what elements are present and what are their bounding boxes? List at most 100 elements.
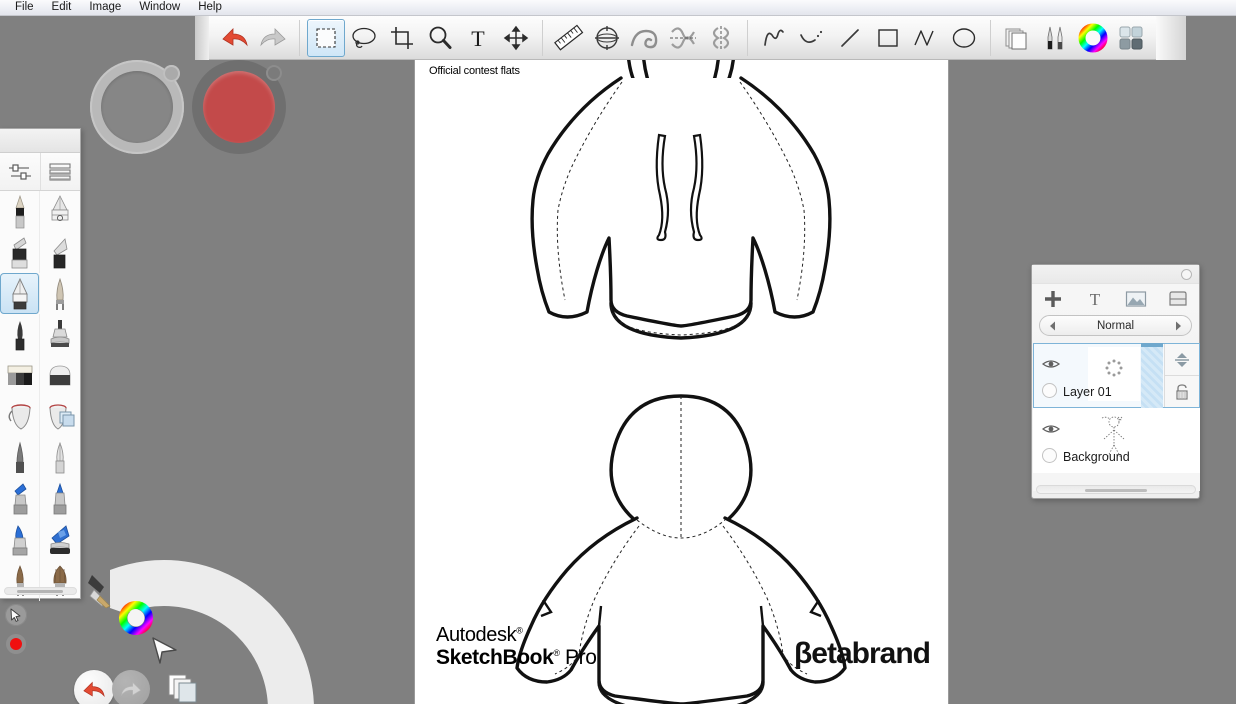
brush-airbrush[interactable] — [40, 191, 80, 232]
lock-layer-button[interactable] — [1165, 375, 1199, 407]
layer-name-label: Layer 01 — [1063, 385, 1112, 399]
color-swatches-button[interactable] — [1112, 19, 1150, 57]
drawing-canvas[interactable]: Official contest flats Autodesk® SketchB… — [414, 60, 949, 704]
menu-item-file[interactable]: File — [6, 0, 43, 15]
rectangle-shape-button[interactable] — [869, 19, 907, 57]
brush-palette-titlebar[interactable] — [0, 129, 80, 153]
layer-visibility-toggle[interactable] — [1041, 357, 1061, 375]
nib-pen-icon — [55, 441, 65, 473]
color-puck-swatch[interactable] — [203, 71, 275, 143]
undo-button[interactable] — [216, 19, 254, 57]
brush-pencil[interactable] — [0, 191, 40, 232]
color-puck[interactable] — [192, 60, 286, 154]
layer-select-radio[interactable] — [1042, 383, 1057, 398]
lagoon-undo-button[interactable] — [74, 670, 114, 704]
lagoon-layers-button[interactable] — [166, 670, 200, 704]
lagoon-color-button[interactable] — [118, 600, 154, 636]
move-tool-button[interactable] — [497, 19, 535, 57]
polyline-stroke-icon — [764, 29, 784, 46]
sliders-icon — [8, 163, 31, 180]
lagoon-brush-button[interactable] — [80, 568, 120, 609]
color-wheel-button[interactable] — [1074, 19, 1112, 57]
paint-bucket-icon — [8, 403, 31, 430]
ruler-button[interactable] — [550, 19, 588, 57]
menu-item-help[interactable]: Help — [189, 0, 231, 15]
symmetry-x-button[interactable] — [664, 19, 702, 57]
ellipse-guide-button[interactable] — [588, 19, 626, 57]
add-image-layer-button[interactable] — [1116, 290, 1158, 308]
layers-panel: T Normal Layer 01 Background — [1031, 264, 1200, 499]
layer-visibility-toggle[interactable] — [1041, 422, 1061, 440]
rectangle-shape-icon — [878, 28, 898, 47]
text-tool-button[interactable]: T — [459, 19, 497, 57]
color-puck-nub[interactable] — [266, 65, 282, 81]
toolbar-right-edge — [1156, 16, 1186, 60]
ellipse-shape-button[interactable] — [945, 19, 983, 57]
brush-fill-gradient[interactable] — [40, 396, 80, 437]
close-circle-icon[interactable] — [1181, 269, 1192, 280]
blend-mode-selector[interactable]: Normal — [1039, 315, 1192, 336]
brush-palette-scrollbar[interactable] — [4, 587, 77, 595]
layers-panel-scrollbar[interactable] — [1036, 485, 1196, 494]
curve-stroke-button[interactable] — [793, 19, 831, 57]
toolbar-group-rulers-guides — [547, 16, 743, 60]
layers-panel-titlebar[interactable] — [1032, 265, 1199, 284]
record-button[interactable] — [6, 634, 26, 654]
brush-size-puck[interactable] — [90, 60, 184, 154]
table-row[interactable]: Layer 01 — [1033, 343, 1200, 408]
menu-item-image[interactable]: Image — [80, 0, 130, 15]
blue-brush-pen-icon — [12, 524, 27, 555]
lasso-select-button[interactable] — [345, 19, 383, 57]
add-layer-button[interactable] — [1032, 289, 1074, 309]
lagoon-puck-button[interactable] — [148, 634, 180, 666]
brush-properties-tab[interactable] — [0, 153, 40, 190]
table-row[interactable]: Background — [1033, 408, 1200, 473]
brush-pen-ink[interactable] — [0, 437, 40, 478]
layers-panel-scrollbar-thumb[interactable] — [1085, 489, 1147, 492]
brush-size-puck-dial[interactable] — [101, 71, 173, 143]
brush-blue-marker[interactable] — [0, 478, 40, 519]
layer-select-radio[interactable] — [1042, 448, 1057, 463]
brush-paint-bucket[interactable] — [0, 396, 40, 437]
menu-item-edit[interactable]: Edit — [43, 0, 81, 15]
layer-editor-button[interactable] — [998, 19, 1036, 57]
merge-layer-button[interactable] — [1165, 344, 1199, 375]
brush-flat-brush[interactable] — [40, 273, 80, 314]
color-wheel-icon — [1078, 23, 1108, 52]
polyline-shape-button[interactable] — [907, 19, 945, 57]
blend-mode-prev-button[interactable] — [1047, 320, 1059, 332]
brush-felt-pen[interactable] — [0, 273, 40, 314]
pro-text: Pro — [565, 646, 597, 670]
brush-soft-brush[interactable] — [0, 314, 40, 355]
marking-menu-button[interactable] — [5, 604, 27, 626]
lock-layer-icon — [1176, 383, 1188, 400]
straight-line-button[interactable] — [831, 19, 869, 57]
brush-nib-pen[interactable] — [40, 437, 80, 478]
brush-blue-fineliner[interactable] — [40, 478, 80, 519]
layers-list[interactable]: Layer 01 Background — [1033, 343, 1200, 491]
redo-button[interactable] — [254, 19, 292, 57]
brush-marker[interactable] — [0, 232, 40, 273]
brush-eraser-hard[interactable] — [0, 355, 40, 396]
autodesk-text: Autodesk — [436, 624, 517, 647]
brush-library-view-tab[interactable] — [39, 153, 81, 190]
blend-mode-next-button[interactable] — [1172, 320, 1184, 332]
brush-spray-can[interactable] — [40, 314, 80, 355]
brush-palette-scrollbar-thumb[interactable] — [17, 590, 63, 593]
brush-chisel-marker[interactable] — [40, 232, 80, 273]
french-curve-button[interactable] — [626, 19, 664, 57]
rectangle-select-button[interactable] — [307, 18, 345, 57]
menu-item-window[interactable]: Window — [130, 0, 189, 15]
add-text-layer-button[interactable]: T — [1074, 289, 1116, 309]
brush-palette-button[interactable] — [1036, 19, 1074, 57]
crop-button[interactable] — [383, 19, 421, 57]
layer-menu-button[interactable] — [1157, 290, 1199, 308]
symmetry-y-button[interactable] — [702, 19, 740, 57]
zoom-button[interactable] — [421, 19, 459, 57]
brush-eraser-soft[interactable] — [40, 355, 80, 396]
predictive-stroke-button[interactable] — [755, 19, 793, 57]
lagoon-redo-button[interactable] — [112, 670, 150, 704]
brush-blue-brush-pen[interactable] — [0, 519, 40, 560]
brush-size-puck-nub[interactable] — [163, 65, 180, 82]
brush-blue-stamp[interactable] — [40, 519, 80, 560]
